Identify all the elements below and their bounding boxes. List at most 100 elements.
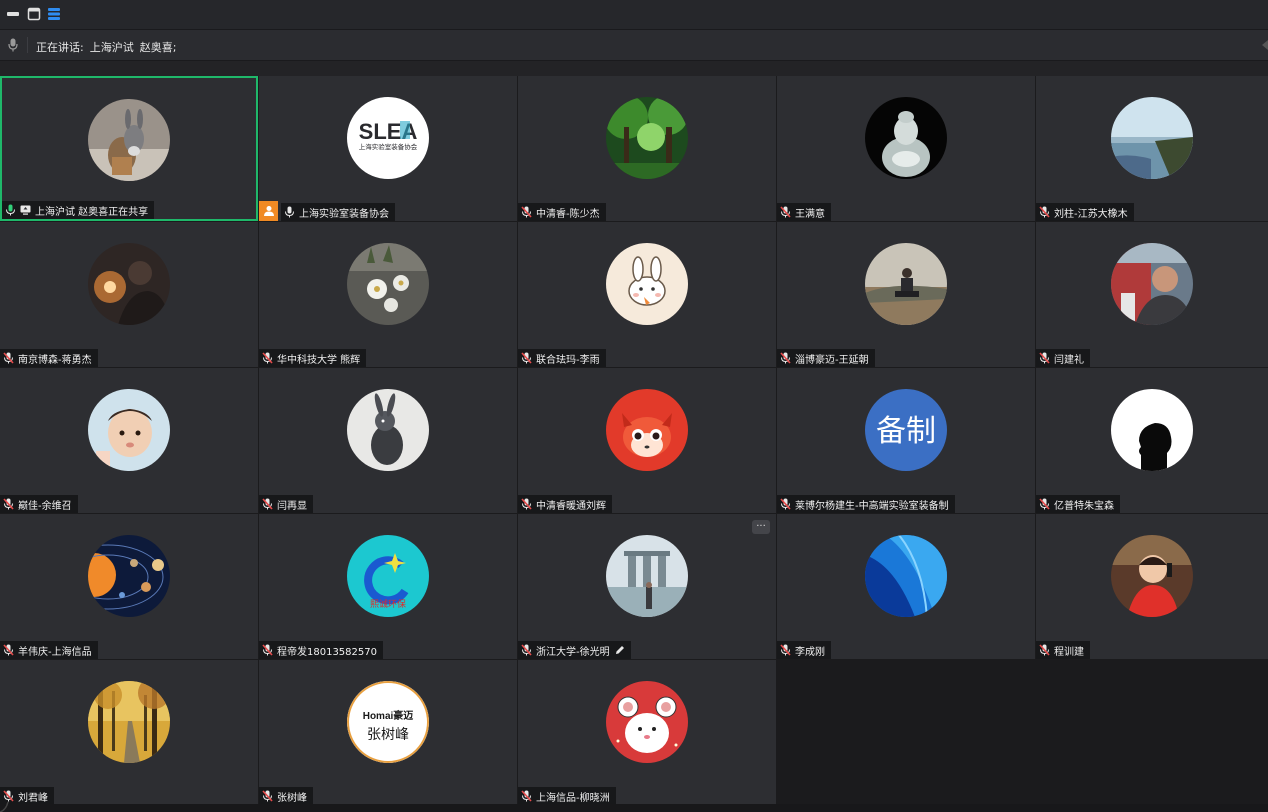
participant-tile[interactable]: ··· 浙江大学-徐光明 [518,514,776,659]
participant-tile[interactable]: 华中科技大学 熊辉 [259,222,517,367]
participant-name: 刘君峰 [18,792,48,804]
participant-tile[interactable]: 上海信品-柳晓洲 [518,660,776,805]
participant-name: 浙江大学-徐光明 [536,646,610,658]
participant-name: 莱博尔杨建生-中高端实验室装备制 [795,500,949,512]
participant-name-tag: 程训建 [1036,641,1090,659]
participant-tile[interactable]: SLEA 上海实验室装备协会上海实验室装备协会 [259,76,517,221]
microphone-muted-icon[interactable] [780,352,791,364]
avatar: 熙诚环保 [347,535,429,617]
avatar-image [1111,389,1193,471]
avatar-image [1111,535,1193,617]
microphone-muted-icon[interactable] [521,790,532,802]
speaking-label: 正在讲话: 上海沪试 赵奥喜; [36,39,182,55]
avatar-image [606,681,688,763]
participant-tile[interactable]: 备制莱博尔杨建生-中高端实验室装备制 [777,368,1035,513]
participant-tile[interactable]: 闫建礼 [1036,222,1268,367]
avatar [1111,535,1193,617]
gallery-view-icon[interactable] [47,7,61,21]
microphone-muted-icon[interactable] [262,352,273,364]
participant-name: 闫再显 [277,500,307,512]
avatar-image [606,535,688,617]
participant-tile[interactable]: 程训建 [1036,514,1268,659]
participant-tile[interactable]: 中清睿暖通刘辉 [518,368,776,513]
microphone-muted-icon[interactable] [521,644,532,656]
avatar [865,243,947,325]
participant-name: 张树峰 [277,792,307,804]
microphone-muted-icon[interactable] [1039,498,1050,510]
avatar [606,681,688,763]
avatar-image [865,535,947,617]
microphone-muted-icon[interactable] [521,352,532,364]
participant-tile[interactable]: Homai豪迈 张树峰张树峰 [259,660,517,805]
participant-tile[interactable]: 亿普特朱宝森 [1036,368,1268,513]
avatar [88,681,170,763]
participant-name-tag: 淄博豪迈-王延朝 [777,349,875,367]
avatar-image: SLEA 上海实验室装备协会 [347,97,429,179]
microphone-muted-icon[interactable] [780,644,791,656]
avatar-image [88,681,170,763]
avatar [1111,97,1193,179]
participant-name-tag: 上海实验室装备协会 [281,203,395,221]
microphone-muted-icon[interactable] [780,498,791,510]
microphone-muted-icon[interactable] [3,498,14,510]
avatar-image [347,243,429,325]
participant-tile[interactable]: 南京博森-蒋勇杰 [0,222,258,367]
avatar-image [88,243,170,325]
participant-name-tag: 李成刚 [777,641,831,659]
participant-tile[interactable]: 刘柱-江苏大橡木 [1036,76,1268,221]
microphone-muted-icon[interactable] [780,206,791,218]
microphone-muted-icon[interactable] [1039,352,1050,364]
participant-name-tag: 王满意 [777,203,831,221]
participant-tile[interactable]: 李成刚 [777,514,1035,659]
window-view-icon[interactable] [27,7,41,21]
participant-tile[interactable]: 淄博豪迈-王延朝 [777,222,1035,367]
more-options-button[interactable]: ··· [752,520,770,534]
microphone-muted-icon[interactable] [521,498,532,510]
microphone-icon[interactable] [284,206,295,218]
microphone-muted-icon[interactable] [3,352,14,364]
participant-name: 华中科技大学 熊辉 [277,354,361,366]
participant-tile[interactable]: 羊伟庆-上海信品 [0,514,258,659]
avatar [606,389,688,471]
participant-name: 程训建 [1054,646,1084,658]
participant-name: 联合珐玛-李雨 [536,354,600,366]
participant-tile[interactable]: 联合珐玛-李雨 [518,222,776,367]
participant-name: 上海实验室装备协会 [299,208,389,220]
participant-name: 南京博森-蒋勇杰 [18,354,92,366]
minimize-view-icon[interactable] [6,7,20,21]
avatar [606,97,688,179]
avatar-image: Homai豪迈 张树峰 [347,681,429,763]
microphone-muted-icon[interactable] [262,644,273,656]
microphone-muted-icon[interactable] [1039,206,1050,218]
participant-tile[interactable]: 王满意 [777,76,1035,221]
participant-name: 中清睿-陈少杰 [536,208,600,220]
microphone-muted-icon[interactable] [262,790,273,802]
participant-tile[interactable]: 刘君峰 [0,660,258,805]
microphone-muted-icon[interactable] [1039,644,1050,656]
avatar-image: 备制 [865,389,947,471]
avatar-image [88,535,170,617]
participant-tile[interactable]: 上海沪试 赵奥喜正在共享 [0,76,258,221]
speaking-name: 赵奥喜; [139,41,177,54]
participant-name: 王满意 [795,208,825,220]
participant-tile[interactable]: 闫再显 [259,368,517,513]
participant-tile[interactable]: 中清睿-陈少杰 [518,76,776,221]
participant-name: 闫建礼 [1054,354,1084,366]
speaking-name: 上海沪试 [89,41,134,54]
participant-tile[interactable]: 熙诚环保程帝发18013582570 [259,514,517,659]
participant-name-tag: 上海信品-柳晓洲 [518,787,616,805]
microphone-muted-icon[interactable] [3,644,14,656]
speaking-indicator-bar: 正在讲话: 上海沪试 赵奥喜; [0,30,1268,61]
pencil-icon[interactable] [615,645,625,655]
participant-tile[interactable]: 巅佳-余维召 [0,368,258,513]
participant-name-tag: 联合珐玛-李雨 [518,349,606,367]
participant-name-tag: 中清睿暖通刘辉 [518,495,612,513]
avatar-image [88,389,170,471]
participant-name-tag: 程帝发18013582570 [259,641,383,659]
microphone-muted-icon[interactable] [521,206,532,218]
microphone-active-icon[interactable] [5,204,16,216]
collapse-arrow-icon[interactable] [1260,40,1268,50]
participant-name-tag: 浙江大学-徐光明 [518,641,631,659]
participant-name-tag: 莱博尔杨建生-中高端实验室装备制 [777,495,955,513]
microphone-muted-icon[interactable] [262,498,273,510]
